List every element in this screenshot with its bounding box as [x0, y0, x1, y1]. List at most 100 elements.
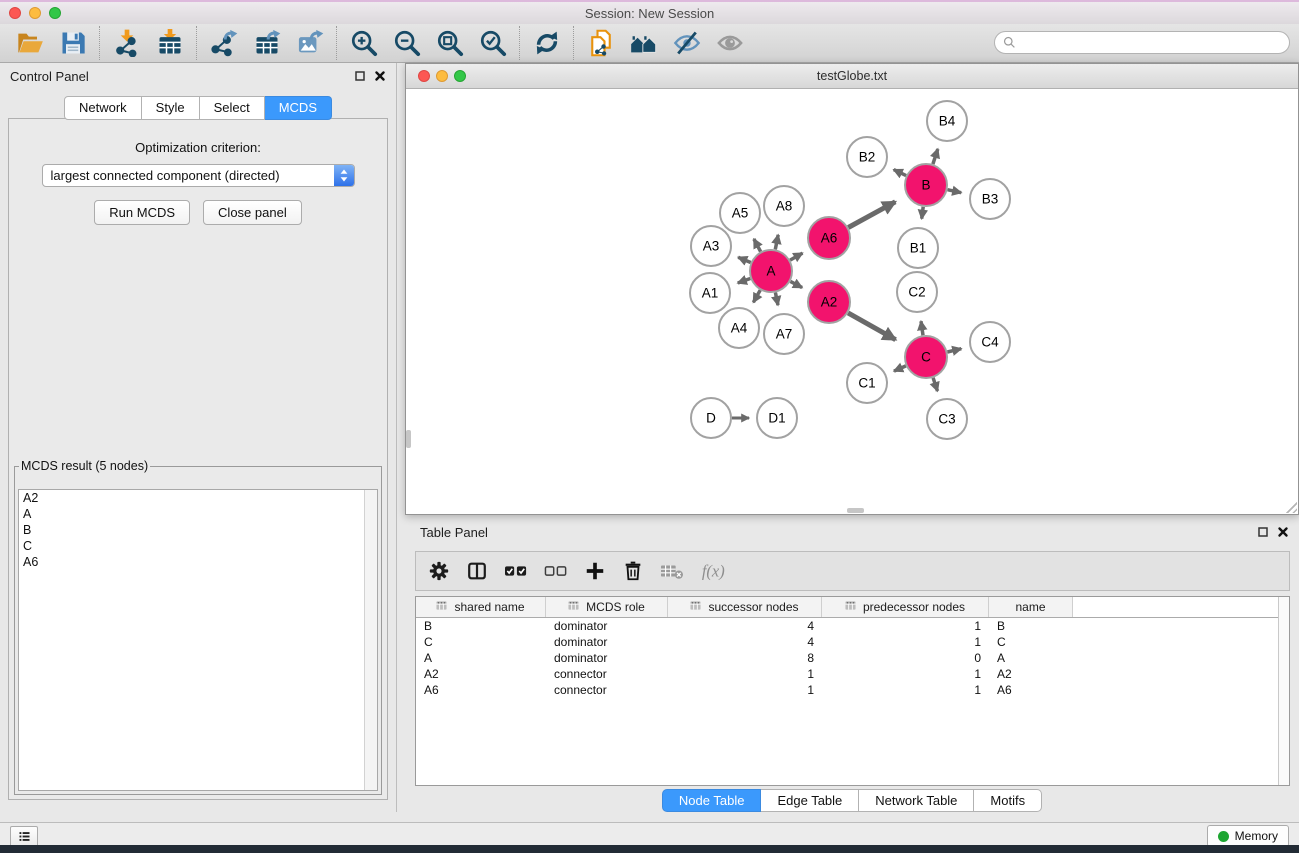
- split-column-icon[interactable]: [466, 558, 488, 584]
- node-B3[interactable]: B3: [970, 179, 1010, 219]
- deselect-all-icon[interactable]: [544, 558, 568, 584]
- edge-A-A4[interactable]: [753, 290, 760, 302]
- edge-A-A1[interactable]: [738, 279, 751, 284]
- add-column-icon[interactable]: [584, 558, 606, 584]
- node-A8[interactable]: A8: [764, 186, 804, 226]
- network-canvas[interactable]: B4B2BB3A8A5A6A3B1AC2A1A2A4A7C4CC1C3DD1: [406, 89, 1298, 514]
- tab-edge-table[interactable]: Edge Table: [761, 789, 859, 812]
- network-graph[interactable]: B4B2BB3A8A5A6A3B1AC2A1A2A4A7C4CC1C3DD1: [406, 89, 1298, 515]
- edge-A-A6[interactable]: [790, 253, 802, 260]
- node-C[interactable]: C: [905, 336, 947, 378]
- select-all-icon[interactable]: [504, 558, 528, 584]
- edge-B-B1[interactable]: [922, 207, 924, 219]
- close-panel-icon[interactable]: [373, 70, 386, 83]
- edge-A6-B[interactable]: [848, 202, 895, 228]
- node-C2[interactable]: C2: [897, 272, 937, 312]
- tab-node-table[interactable]: Node Table: [662, 789, 762, 812]
- zoom-in-icon[interactable]: [342, 26, 385, 60]
- result-item[interactable]: A: [19, 506, 377, 522]
- table-scrollbar[interactable]: [1278, 597, 1289, 785]
- float-panel-icon[interactable]: [353, 70, 366, 83]
- edge-C-C3[interactable]: [933, 378, 937, 391]
- show-view-icon[interactable]: [708, 26, 751, 60]
- search-input[interactable]: [1021, 35, 1289, 51]
- search-field[interactable]: [994, 31, 1290, 54]
- refresh-layout-icon[interactable]: [525, 26, 568, 60]
- node-B2[interactable]: B2: [847, 137, 887, 177]
- float-table-panel-icon[interactable]: [1256, 526, 1269, 539]
- task-history-button[interactable]: [10, 826, 38, 847]
- close-table-panel-icon[interactable]: [1276, 526, 1289, 539]
- node-A6[interactable]: A6: [808, 217, 850, 259]
- settings-icon[interactable]: [428, 558, 450, 584]
- edge-A-A3[interactable]: [738, 257, 751, 262]
- result-item[interactable]: A2: [19, 490, 377, 506]
- close-panel-button[interactable]: Close panel: [203, 200, 302, 225]
- memory-button[interactable]: Memory: [1207, 825, 1289, 847]
- result-item[interactable]: A6: [19, 554, 377, 570]
- edge-C-C4[interactable]: [947, 349, 961, 352]
- horizontal-scroll-thumb[interactable]: [847, 508, 864, 513]
- node-A4[interactable]: A4: [719, 308, 759, 348]
- zoom-selected-icon[interactable]: [471, 26, 514, 60]
- column-header-shared-name[interactable]: shared name: [416, 597, 546, 617]
- node-C3[interactable]: C3: [927, 399, 967, 439]
- result-list-scrollbar[interactable]: [364, 490, 377, 790]
- tab-network[interactable]: Network: [64, 96, 142, 120]
- run-mcds-button[interactable]: Run MCDS: [94, 200, 190, 225]
- node-C1[interactable]: C1: [847, 363, 887, 403]
- tab-motifs[interactable]: Motifs: [974, 789, 1042, 812]
- result-item[interactable]: B: [19, 522, 377, 538]
- node-table[interactable]: shared nameMCDS rolesuccessor nodesprede…: [415, 596, 1290, 786]
- node-B1[interactable]: B1: [898, 228, 938, 268]
- clone-network-icon[interactable]: [579, 26, 622, 60]
- tab-mcds[interactable]: MCDS: [265, 96, 332, 120]
- edge-A-A2[interactable]: [790, 281, 802, 287]
- table-row[interactable]: Adominator80A: [416, 650, 1289, 666]
- node-B4[interactable]: B4: [927, 101, 967, 141]
- delete-column-icon[interactable]: [622, 558, 644, 584]
- table-row[interactable]: A6connector11A6: [416, 682, 1289, 698]
- node-A5[interactable]: A5: [720, 193, 760, 233]
- edge-A2-C[interactable]: [848, 313, 896, 340]
- edge-B-B2[interactable]: [894, 170, 906, 176]
- mcds-result-list[interactable]: A2ABCA6: [18, 489, 378, 791]
- edge-B-B4[interactable]: [933, 149, 938, 164]
- edge-B-B3[interactable]: [948, 190, 962, 193]
- column-header-name[interactable]: name: [989, 597, 1073, 617]
- edge-A-A7[interactable]: [775, 293, 778, 306]
- network-window-titlebar[interactable]: testGlobe.txt: [406, 64, 1298, 89]
- result-item[interactable]: C: [19, 538, 377, 554]
- node-A2[interactable]: A2: [808, 281, 850, 323]
- node-A3[interactable]: A3: [691, 226, 731, 266]
- table-row[interactable]: Cdominator41C: [416, 634, 1289, 650]
- node-A1[interactable]: A1: [690, 273, 730, 313]
- column-header-mcds-role[interactable]: MCDS role: [546, 597, 668, 617]
- edge-C-C1[interactable]: [894, 366, 906, 371]
- save-session-icon[interactable]: [51, 26, 94, 60]
- tab-style[interactable]: Style: [142, 96, 200, 120]
- node-A7[interactable]: A7: [764, 314, 804, 354]
- node-C4[interactable]: C4: [970, 322, 1010, 362]
- node-A[interactable]: A: [750, 250, 792, 292]
- export-network-icon[interactable]: [202, 26, 245, 60]
- table-row[interactable]: A2connector11A2: [416, 666, 1289, 682]
- edge-A-A5[interactable]: [754, 239, 761, 252]
- hide-graphics-details-icon[interactable]: [665, 26, 708, 60]
- table-row[interactable]: Bdominator41B: [416, 618, 1289, 634]
- edge-C-C2[interactable]: [921, 321, 923, 335]
- node-D[interactable]: D: [691, 398, 731, 438]
- open-file-icon[interactable]: [8, 26, 51, 60]
- vertical-scroll-thumb[interactable]: [406, 430, 411, 448]
- import-table-icon[interactable]: [148, 26, 191, 60]
- tab-network-table[interactable]: Network Table: [859, 789, 974, 812]
- export-image-icon[interactable]: [288, 26, 331, 60]
- export-table-icon[interactable]: [245, 26, 288, 60]
- home-icon[interactable]: [622, 26, 665, 60]
- zoom-out-icon[interactable]: [385, 26, 428, 60]
- node-B[interactable]: B: [905, 164, 947, 206]
- column-header-successor-nodes[interactable]: successor nodes: [668, 597, 822, 617]
- tab-select[interactable]: Select: [200, 96, 265, 120]
- column-header-predecessor-nodes[interactable]: predecessor nodes: [822, 597, 989, 617]
- import-network-icon[interactable]: [105, 26, 148, 60]
